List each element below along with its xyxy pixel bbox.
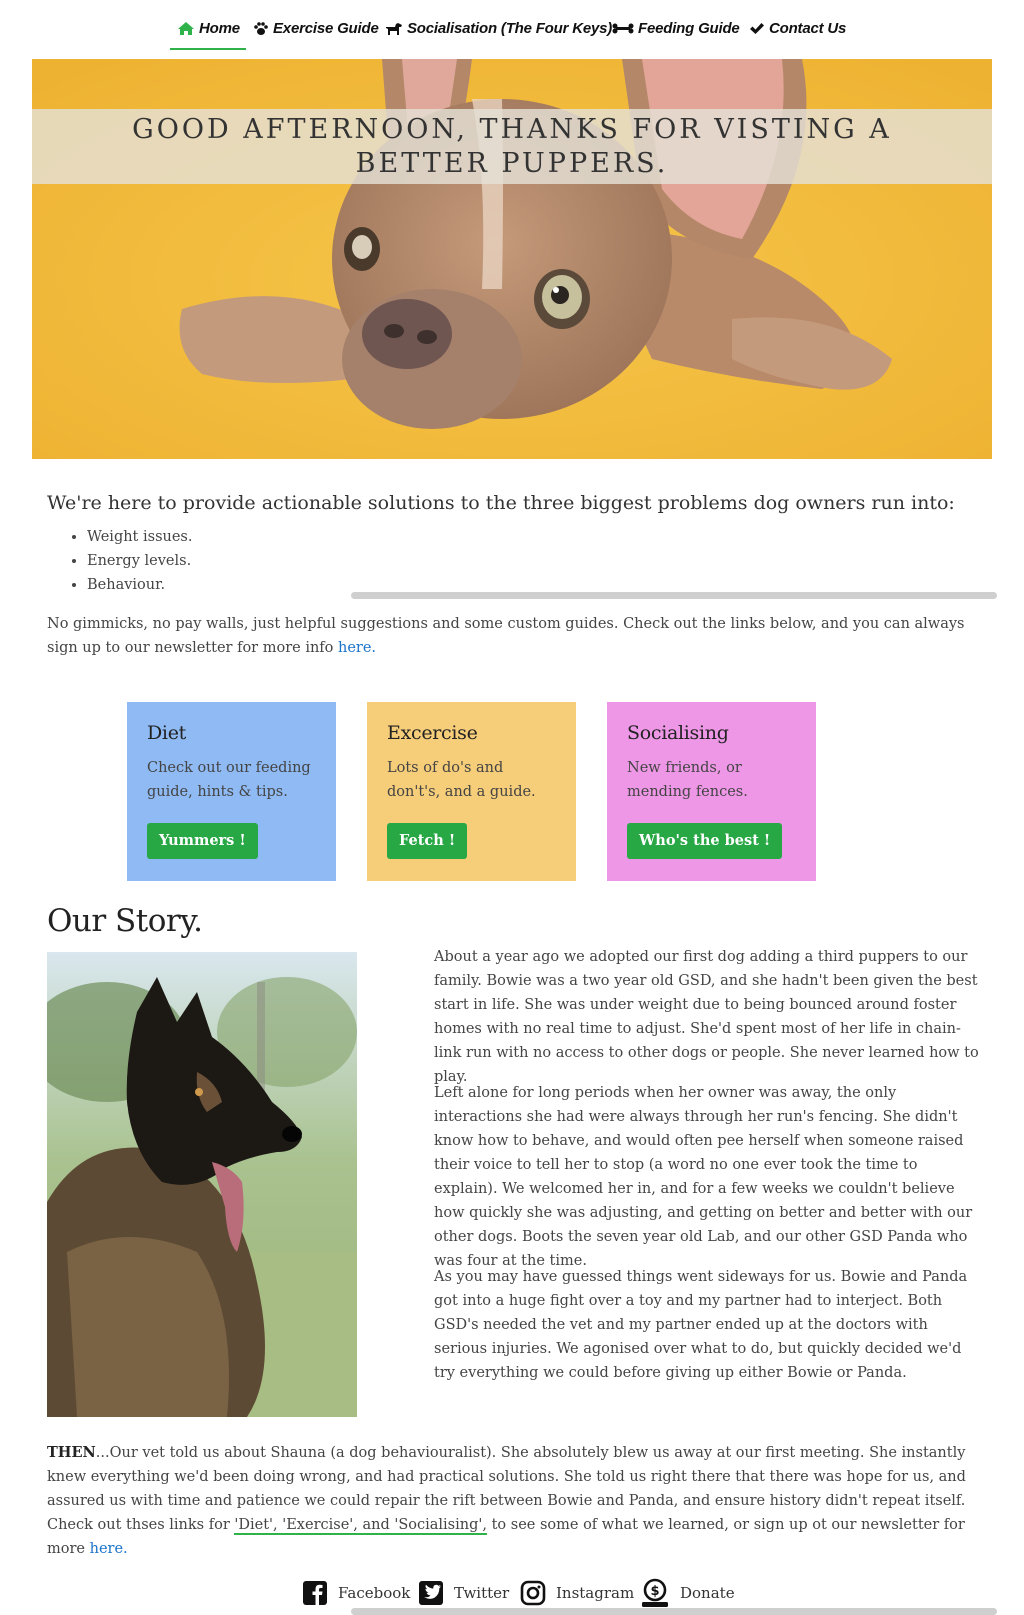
german-shepherd-image <box>47 952 357 1417</box>
card-text: Check out our feeding guide, hints & tip… <box>147 760 311 800</box>
nav-home-label: Home <box>199 19 240 37</box>
footer-donate[interactable]: $ Donate <box>640 1576 735 1610</box>
intro-body: No gimmicks, no pay walls, just helpful … <box>47 616 965 656</box>
card-title: Excercise <box>387 722 478 744</box>
nav-socialisation[interactable]: Socialisation (The Four Keys) <box>385 14 612 42</box>
list-item: Energy levels. <box>87 549 193 573</box>
footer-facebook-label: Facebook <box>338 1584 411 1602</box>
story-heading: Our Story. <box>47 903 203 939</box>
whos-the-best-button[interactable]: Who's the best ! <box>627 823 783 859</box>
story-paragraph-2: Left alone for long periods when her own… <box>434 1085 973 1269</box>
twitter-icon <box>419 1581 443 1605</box>
home-icon <box>178 21 194 35</box>
card-text: New friends, or mending fences. <box>627 760 748 800</box>
footer-twitter[interactable]: Twitter <box>418 1576 509 1610</box>
german-shepherd-photo <box>47 952 357 1417</box>
donate-icon: $ <box>642 1578 668 1607</box>
greeting-banner: Good afternoon, thanks for visting A Bet… <box>32 109 992 184</box>
active-nav-indicator <box>170 48 246 50</box>
footer-twitter-label: Twitter <box>454 1584 510 1602</box>
facebook-icon <box>303 1581 327 1605</box>
socialising-card: Socialising New friends, or mending fenc… <box>607 702 816 881</box>
story-paragraph-1: About a year ago we adopted our first do… <box>434 949 979 1085</box>
horizontal-scrollbar[interactable] <box>351 592 997 599</box>
footer-instagram-label: Instagram <box>556 1584 635 1602</box>
main-nav: Home Exercise Guide Socialisation (The F… <box>0 0 1024 56</box>
nav-exercise-guide[interactable]: Exercise Guide <box>253 14 379 42</box>
footer-instagram[interactable]: Instagram <box>520 1576 634 1610</box>
instagram-icon <box>520 1580 546 1606</box>
story-paragraph-3: As you may have guessed things went side… <box>434 1269 968 1381</box>
fetch-button[interactable]: Fetch ! <box>387 823 468 859</box>
nav-contact-us[interactable]: Contact Us <box>749 14 846 42</box>
footer-facebook[interactable]: Facebook <box>302 1576 410 1610</box>
nav-exercise-label: Exercise Guide <box>273 19 379 37</box>
nav-socialisation-label: Socialisation (The Four Keys) <box>407 19 613 37</box>
bottom-horizontal-scrollbar[interactable] <box>351 1608 997 1615</box>
then-paragraph: THEN...Our vet told us about Shauna (a d… <box>47 1441 982 1561</box>
paw-icon <box>254 21 268 35</box>
footer-donate-label: Donate <box>680 1584 735 1602</box>
list-item: Weight issues. <box>87 525 193 549</box>
svg-text:$: $ <box>650 1584 659 1599</box>
exercise-card: Excercise Lots of do's and don't's, and … <box>367 702 576 881</box>
hero-banner: Good afternoon, thanks for visting A Bet… <box>32 59 992 459</box>
nav-feeding-label: Feeding Guide <box>638 19 740 37</box>
problems-list: Weight issues. Energy levels. Behaviour. <box>69 525 193 597</box>
greeting-text: Good afternoon, thanks for visting A Bet… <box>132 113 892 179</box>
newsletter-link[interactable]: here. <box>338 640 376 656</box>
intro-heading: We're here to provide actionable solutio… <box>47 492 955 514</box>
guides-links[interactable]: 'Diet', 'Exercise', and 'Socialising', <box>234 1517 487 1535</box>
newsletter-link-2[interactable]: here. <box>90 1541 128 1557</box>
diet-card: Diet Check out our feeding guide, hints … <box>127 702 336 881</box>
card-title: Socialising <box>627 722 729 744</box>
then-lead: THEN <box>47 1444 96 1461</box>
yummers-button[interactable]: Yummers ! <box>147 823 258 859</box>
card-text: Lots of do's and don't's, and a guide. <box>387 760 536 800</box>
bone-icon <box>612 23 634 33</box>
nav-feeding-guide[interactable]: Feeding Guide <box>612 14 740 42</box>
dog-icon <box>386 22 402 35</box>
intro-paragraph: No gimmicks, no pay walls, just helpful … <box>47 612 982 660</box>
checkmark-icon <box>750 22 764 34</box>
nav-contact-label: Contact Us <box>769 19 847 37</box>
nav-home[interactable]: Home <box>177 14 240 42</box>
list-item: Behaviour. <box>87 573 193 597</box>
card-title: Diet <box>147 722 186 744</box>
